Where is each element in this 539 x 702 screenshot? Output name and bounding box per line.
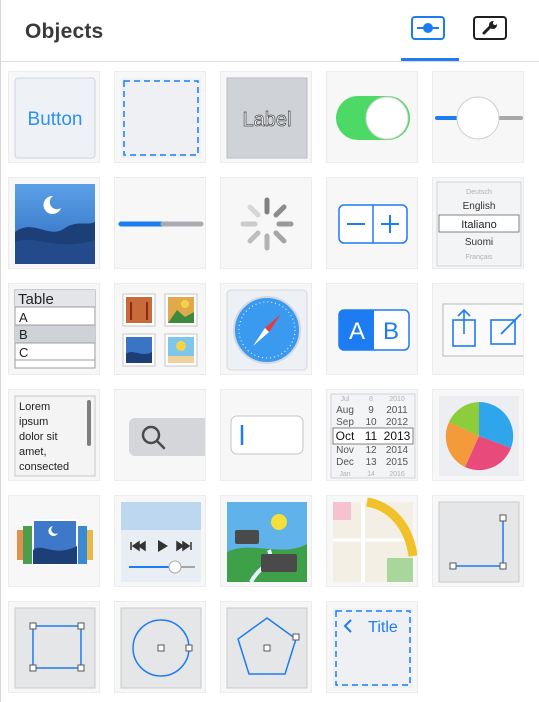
segment-b-label: B (383, 318, 399, 345)
search-bar-object[interactable] (114, 389, 206, 481)
progress-view-object[interactable] (114, 177, 206, 269)
slider-object[interactable] (432, 71, 524, 163)
table-cell-text: C (19, 345, 28, 360)
date-picker-year-item: 2012 (386, 417, 409, 428)
rectangle-shape-object[interactable] (8, 601, 100, 693)
picker-item: Français (466, 254, 493, 261)
date-picker-month-item: Jan (339, 471, 350, 478)
date-picker-month-item: Oct (336, 429, 355, 443)
activity-indicator-object[interactable] (220, 177, 312, 269)
date-picker-year-item: 2016 (389, 471, 405, 478)
pie-chart-icon (439, 396, 519, 476)
line-shape-object[interactable] (432, 495, 524, 587)
date-picker-day-item: 13 (365, 457, 377, 468)
pie-chart-object[interactable] (432, 389, 524, 481)
date-picker-month-item: Nov (336, 445, 354, 456)
date-picker-day-item: 10 (365, 417, 377, 428)
scene-view-object[interactable] (220, 495, 312, 587)
table-header-text: Table (18, 291, 54, 308)
button-object-label: Button (28, 109, 83, 130)
label-object[interactable]: Label (220, 71, 312, 163)
av-player-object[interactable] (114, 495, 206, 587)
date-picker-month-item: Aug (336, 405, 354, 416)
date-picker-year-item: 2011 (386, 405, 408, 416)
text-view-line: Lorem (19, 401, 50, 413)
speech-bubble-icon (235, 530, 259, 544)
table-view-object[interactable]: Table A B C (8, 283, 100, 375)
web-view-object[interactable] (220, 283, 312, 375)
panel-title: Objects (25, 20, 104, 43)
text-field-object[interactable] (220, 389, 312, 481)
page-view-object[interactable] (8, 495, 100, 587)
picker-item: Deutsch (466, 189, 492, 196)
date-picker-day-item: 9 (368, 405, 374, 416)
compass-icon (226, 289, 308, 371)
text-view-line: amet, (19, 446, 47, 458)
text-view-line: dolor sit (19, 431, 58, 443)
date-picker-year-item: 2015 (386, 457, 409, 468)
spinner-icon (240, 197, 294, 251)
table-cell-text: A (19, 310, 28, 325)
object-library-panel: Objects Button Label Deutsch English Ita… (0, 0, 539, 702)
picker-item: Suomi (465, 237, 493, 248)
wrench-icon (482, 21, 497, 35)
image-view-object[interactable] (8, 177, 100, 269)
label-object-text: Label (243, 109, 292, 131)
collection-view-object[interactable] (114, 283, 206, 375)
date-picker-day-item: 12 (365, 445, 377, 456)
date-picker-year-item: 2013 (384, 429, 411, 443)
date-picker-day-item: 11 (365, 429, 378, 443)
picker-item: English (463, 201, 496, 212)
library-header: Objects (1, 0, 539, 62)
navigation-bar-title: Title (368, 619, 398, 636)
map-icon (333, 497, 417, 582)
view-object[interactable] (114, 71, 206, 163)
picker-selected-item: Italiano (461, 219, 496, 231)
segmented-control-object[interactable]: A B (326, 283, 418, 375)
switch-object[interactable] (326, 71, 418, 163)
date-picker-month-item: Sep (336, 417, 354, 428)
picker-view-object[interactable]: Deutsch English Italiano Suomi Français (432, 177, 524, 269)
text-view-object[interactable]: Lorem ipsum dolor sit amet, consected (8, 389, 100, 481)
navigation-bar-object[interactable]: Title (326, 601, 418, 693)
objects-tab-button[interactable] (411, 16, 445, 40)
slider-circle-icon (417, 23, 439, 33)
date-picker-month-item: Jul (341, 396, 350, 403)
date-picker-day-item: 8 (369, 396, 373, 403)
toolbar-object[interactable] (432, 283, 524, 375)
button-object[interactable]: Button (8, 71, 100, 163)
date-picker-year-item: 2014 (386, 445, 409, 456)
text-view-line: ipsum (19, 416, 48, 428)
date-picker-month-item: Dec (336, 457, 354, 468)
circle-shape-object[interactable] (114, 601, 206, 693)
polygon-shape-object[interactable] (220, 601, 312, 693)
stepper-object[interactable] (326, 177, 418, 269)
attributes-tab-button[interactable] (473, 16, 507, 40)
active-tab-indicator (401, 58, 459, 61)
table-cell-text: B (19, 327, 28, 342)
map-view-object[interactable] (326, 495, 418, 587)
date-picker-day-item: 14 (367, 471, 375, 478)
date-picker-year-item: 2010 (389, 396, 405, 403)
date-picker-object[interactable]: Jul Aug Sep Oct Nov Dec Jan 8 9 10 11 12 13 14 2010 201… (326, 389, 418, 481)
text-view-line: consected (19, 461, 69, 473)
segment-a-label: A (349, 318, 365, 345)
